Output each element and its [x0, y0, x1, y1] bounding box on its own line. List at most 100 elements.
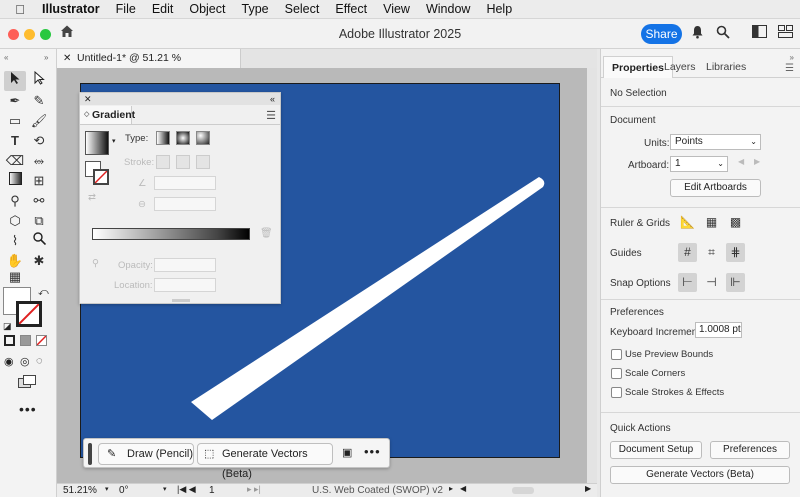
document-tab[interactable]: ✕ Untitled-1* @ 51.21 % (CMYK/Preview)	[57, 49, 241, 83]
grid-icon[interactable]: ▦	[702, 213, 721, 232]
direct-selection-tool-icon[interactable]	[28, 70, 50, 91]
use-preview-bounds-checkbox[interactable]	[611, 349, 622, 360]
gradient-preview-swatch[interactable]	[85, 131, 109, 155]
ruler-icon[interactable]: 📐	[678, 213, 697, 232]
properties-menu-icon[interactable]: ☰	[785, 63, 794, 74]
panel-menu-icon[interactable]: ☰	[266, 109, 276, 122]
document-setup-button[interactable]: Document Setup	[610, 441, 702, 459]
taskbar-grip[interactable]	[88, 443, 92, 465]
tab-libraries[interactable]: Libraries	[698, 56, 754, 78]
snap-to-pixel-icon[interactable]: ⊣	[702, 273, 721, 292]
chart-tool-icon[interactable]: ▦	[4, 267, 26, 287]
collapse-panel-icon[interactable]: «	[270, 93, 275, 105]
image-settings-icon[interactable]: ▣	[342, 446, 352, 459]
scale-corners-checkbox[interactable]	[611, 368, 622, 379]
more-options-icon[interactable]: •••	[364, 444, 381, 459]
artboard-number[interactable]: 1	[209, 485, 215, 496]
symbol-sprayer-tool-icon[interactable]: ✱	[28, 251, 50, 271]
menu-type[interactable]: Type	[234, 2, 277, 16]
vertical-scrollbar[interactable]	[587, 68, 597, 483]
screen-mode-icon[interactable]	[18, 375, 36, 392]
menu-help[interactable]: Help	[478, 2, 520, 16]
draw-inside-icon[interactable]: ◌	[36, 355, 43, 367]
next-artboard-icon[interactable]: ▸ ▸|	[247, 484, 261, 495]
collapse-toolbar-icon[interactable]: «	[4, 53, 8, 62]
apple-icon[interactable]: 	[0, 2, 40, 17]
generate-vectors-button[interactable]: ⬚ Generate Vectors (Beta)	[197, 443, 333, 480]
menu-file[interactable]: File	[108, 2, 144, 16]
rectangle-tool-icon[interactable]: ▭	[4, 111, 26, 131]
mesh-tool-icon[interactable]: ⊞	[28, 171, 50, 191]
rotate-tool-icon[interactable]: ⟲	[28, 131, 50, 151]
smart-guides-icon[interactable]: ⋕	[726, 243, 745, 262]
preferences-button[interactable]: Preferences	[710, 441, 790, 459]
radial-gradient-button[interactable]	[176, 131, 190, 145]
rotation-dropdown-icon[interactable]: ▾	[163, 485, 167, 493]
selection-tool-icon[interactable]	[4, 71, 26, 91]
arrange-documents-icon[interactable]	[778, 25, 793, 41]
curvature-tool-icon[interactable]: ✎	[28, 91, 50, 111]
scroll-left-icon[interactable]: ◀	[460, 484, 466, 493]
share-button[interactable]: Share	[641, 24, 682, 44]
scale-strokes-effects-checkbox[interactable]	[611, 387, 622, 398]
next-artboard-arrow-icon[interactable]: ▶	[754, 157, 760, 166]
close-panel-icon[interactable]: ✕	[84, 94, 92, 104]
units-select[interactable]: Points ⌄	[670, 134, 761, 150]
menu-window[interactable]: Window	[418, 2, 478, 16]
linear-gradient-button[interactable]	[156, 131, 170, 145]
color-mode-icon[interactable]	[4, 335, 15, 346]
panel-resize-grip[interactable]	[172, 299, 190, 302]
swap-fill-stroke-icon[interactable]: ⤺	[38, 287, 49, 298]
zoom-dropdown-icon[interactable]: ▾	[105, 485, 109, 493]
default-fill-stroke-icon[interactable]: ◪	[3, 321, 12, 332]
menu-edit[interactable]: Edit	[144, 2, 182, 16]
freeform-gradient-button[interactable]	[196, 131, 210, 145]
paintbrush-tool-icon[interactable]: 🖌	[28, 111, 50, 131]
scroll-right-icon[interactable]: ▶	[585, 484, 591, 493]
menu-select[interactable]: Select	[277, 2, 328, 16]
menu-view[interactable]: View	[375, 2, 418, 16]
draw-behind-icon[interactable]: ◎	[20, 355, 30, 368]
pen-tool-icon[interactable]: ✒	[4, 91, 26, 111]
tab-layers[interactable]: Layers	[656, 56, 704, 78]
draw-normal-icon[interactable]: ◉	[4, 355, 14, 368]
generate-vectors-properties-button[interactable]: Generate Vectors (Beta)	[610, 466, 790, 484]
status-menu-icon[interactable]: ▸	[449, 484, 453, 493]
none-mode-icon[interactable]	[36, 335, 47, 346]
zoom-tool-icon[interactable]	[28, 231, 50, 251]
rotation-value[interactable]: 0°	[119, 485, 129, 496]
stroke-swatch[interactable]	[16, 301, 42, 327]
eyedropper-tool-icon[interactable]: ⚲	[4, 191, 26, 211]
eraser-tool-icon[interactable]: ⌫	[4, 151, 26, 171]
gradient-preset-dropdown-icon[interactable]: ▾	[112, 137, 116, 145]
edit-artboards-button[interactable]: Edit Artboards	[670, 179, 761, 197]
menu-object[interactable]: Object	[181, 2, 233, 16]
show-guides-icon[interactable]: #	[678, 243, 697, 262]
first-artboard-icon[interactable]: |◀ ◀	[177, 484, 196, 495]
artboard-tool-icon[interactable]: ⧉	[28, 211, 50, 231]
snap-to-glyph-icon[interactable]: ⊩	[726, 273, 745, 292]
type-tool-icon[interactable]: T	[4, 131, 26, 151]
toolbar-menu-icon[interactable]: »	[44, 53, 48, 62]
search-icon[interactable]	[716, 25, 730, 42]
gradient-mode-icon[interactable]	[20, 335, 31, 346]
artboard-select[interactable]: 1 ⌄	[670, 156, 728, 172]
bell-icon[interactable]	[691, 25, 704, 42]
blend-tool-icon[interactable]: ⚯	[28, 191, 50, 211]
transparency-grid-icon[interactable]: ▩	[726, 213, 745, 232]
width-tool-icon[interactable]: ⥈	[28, 151, 50, 171]
gradient-slider[interactable]	[92, 228, 250, 240]
gradient-panel-header[interactable]: ✕ «	[80, 93, 280, 105]
menu-effect[interactable]: Effect	[327, 2, 375, 16]
workspace-switcher-icon[interactable]	[752, 25, 767, 41]
gradient-tab[interactable]: ◇ Gradient	[80, 106, 135, 124]
previous-artboard-icon[interactable]: ◀	[738, 157, 744, 166]
keyboard-increment-input[interactable]: 1.0008 pt	[695, 322, 742, 338]
zoom-level[interactable]: 51.21%	[63, 485, 97, 496]
shape-builder-tool-icon[interactable]: ⬡	[4, 211, 26, 231]
horizontal-scroll-thumb[interactable]	[512, 487, 534, 494]
draw-pencil-button[interactable]: ✎ Draw (Pencil)	[98, 443, 194, 465]
lock-guides-icon[interactable]: ⌗	[702, 243, 721, 262]
slice-tool-icon[interactable]: ⌇	[4, 231, 26, 251]
close-tab-icon[interactable]: ✕	[63, 49, 71, 68]
